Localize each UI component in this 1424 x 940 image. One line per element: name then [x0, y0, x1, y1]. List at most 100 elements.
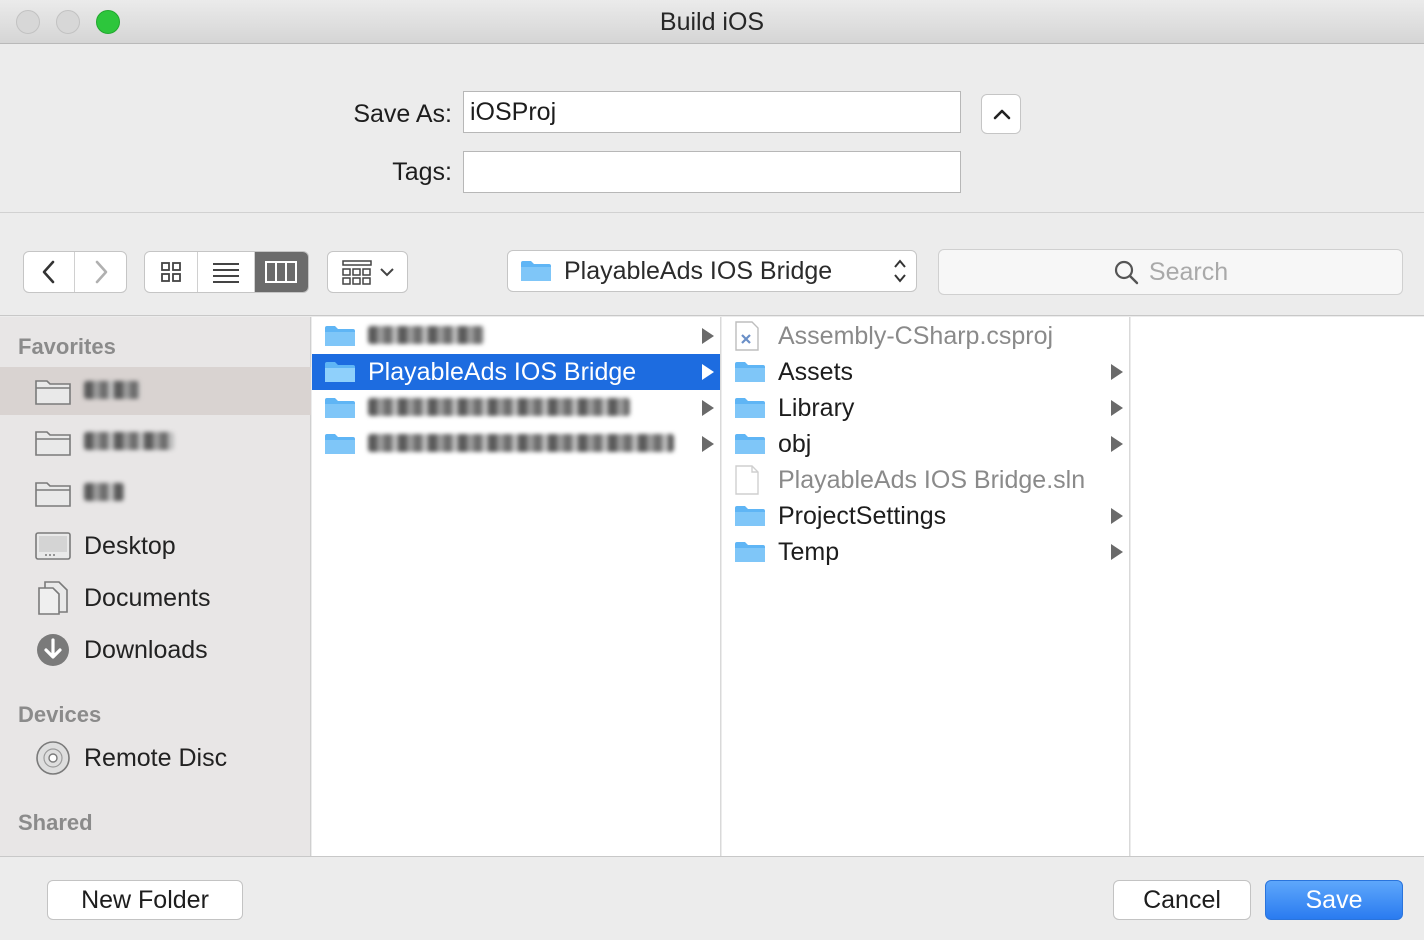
folder-icon	[324, 323, 356, 349]
sidebar-item-remote-disc[interactable]: Remote Disc	[0, 734, 311, 782]
favorites-header: Favorites	[18, 334, 116, 359]
sidebar-item-downloads[interactable]: Downloads	[0, 626, 311, 674]
sidebar-item-folder-3[interactable]	[0, 469, 311, 517]
tags-field[interactable]	[463, 151, 961, 193]
disclosure-arrow-icon	[702, 364, 714, 380]
dialog-footer: New Folder Cancel Save	[0, 856, 1424, 940]
forward-button[interactable]	[75, 252, 126, 292]
downloads-icon	[34, 633, 72, 667]
chevron-right-icon	[95, 260, 107, 284]
list-item-label	[368, 430, 674, 459]
icon-grid-icon	[161, 262, 182, 282]
list-item[interactable]	[312, 318, 720, 354]
list-item[interactable]: obj	[722, 426, 1129, 462]
folder-icon	[734, 503, 766, 529]
list-item-label: Library	[778, 393, 855, 422]
list-item[interactable]: ProjectSettings	[722, 498, 1129, 534]
disclosure-arrow-icon	[1111, 436, 1123, 452]
list-item[interactable]	[312, 426, 720, 462]
shared-header: Shared	[18, 810, 93, 835]
desktop-icon	[34, 529, 72, 563]
folder-icon	[324, 431, 356, 457]
folder-icon	[34, 425, 72, 459]
path-popup-label: PlayableAds IOS Bridge	[564, 256, 833, 285]
disclosure-arrow-icon	[1111, 400, 1123, 416]
list-item[interactable]: PlayableAds IOS Bridge.sln	[722, 462, 1129, 498]
documents-icon	[34, 581, 72, 615]
sidebar-item-label: Documents	[84, 583, 211, 612]
list-item-label	[368, 322, 484, 351]
gallery-grid-icon	[341, 260, 372, 285]
group-by-button[interactable]	[328, 252, 407, 292]
list-item-label: ProjectSettings	[778, 501, 947, 530]
disclosure-arrow-icon	[702, 328, 714, 344]
sidebar-item-label	[84, 428, 174, 457]
tags-label: Tags:	[392, 158, 452, 186]
back-button[interactable]	[24, 252, 76, 292]
list-item-label: Temp	[778, 537, 840, 566]
folder-icon	[734, 359, 766, 385]
document-file-icon	[734, 465, 766, 495]
folder-icon	[734, 539, 766, 565]
disclosure-arrow-icon	[1111, 544, 1123, 560]
disclosure-arrow-icon	[1111, 364, 1123, 380]
new-folder-button[interactable]: New Folder	[47, 880, 243, 920]
list-item-label	[368, 394, 630, 423]
folder-icon	[324, 359, 356, 385]
list-item[interactable]	[312, 390, 720, 426]
list-item[interactable]: Library	[722, 390, 1129, 426]
browser-column-3[interactable]	[1131, 317, 1424, 856]
list-item-label: Assets	[778, 357, 854, 386]
columns-icon	[265, 261, 298, 283]
browser-column-1: PlayableAds IOS Bridge	[312, 317, 721, 856]
sidebar-item-label	[84, 479, 124, 508]
list-item[interactable]: Assembly-CSharp.csproj	[722, 318, 1129, 354]
folder-icon	[34, 476, 72, 510]
sidebar: Favorites Desktop Documents Downloads De…	[0, 317, 311, 856]
folder-icon	[734, 395, 766, 421]
list-item-label: PlayableAds IOS Bridge.sln	[778, 465, 1086, 494]
disc-icon	[34, 741, 72, 775]
disclosure-arrow-icon	[1111, 508, 1123, 524]
search-icon	[1114, 260, 1139, 285]
sidebar-item-folder-2[interactable]	[0, 418, 311, 466]
folder-icon	[34, 374, 72, 408]
folder-icon	[324, 395, 356, 421]
list-item-label: Assembly-CSharp.csproj	[778, 321, 1054, 350]
disclosure-arrow-icon	[702, 436, 714, 452]
cancel-button[interactable]: Cancel	[1113, 880, 1251, 920]
save-as-field[interactable]	[463, 91, 961, 133]
save-as-label: Save As:	[353, 100, 452, 128]
search-placeholder: Search	[1148, 257, 1229, 286]
sidebar-item-documents[interactable]: Documents	[0, 574, 311, 622]
sidebar-item-desktop[interactable]: Desktop	[0, 522, 311, 570]
list-item-label: obj	[778, 429, 812, 458]
list-item[interactable]: Assets	[722, 354, 1129, 390]
list-view-button[interactable]	[198, 252, 255, 292]
column-view-button[interactable]	[254, 252, 308, 292]
search-field[interactable]: Search	[938, 249, 1403, 295]
arrange-button	[327, 251, 408, 293]
folder-icon	[521, 261, 551, 281]
devices-header: Devices	[18, 702, 102, 727]
chevron-up-icon	[993, 109, 1011, 120]
view-mode-control	[144, 251, 309, 293]
save-form: Save As: Tags:	[0, 45, 1424, 213]
save-button[interactable]: Save	[1265, 880, 1403, 920]
stepper-arrows-icon	[894, 259, 906, 283]
csproj-file-icon	[734, 321, 766, 351]
list-item[interactable]: PlayableAds IOS Bridge	[312, 354, 720, 390]
chevron-left-icon	[42, 260, 55, 284]
sidebar-item-label: Downloads	[84, 635, 208, 664]
expand-dialog-button[interactable]	[981, 94, 1021, 134]
navigation-buttons	[23, 251, 127, 293]
title-bar: Build iOS	[0, 0, 1424, 44]
browser-toolbar: PlayableAds IOS Bridge Search	[0, 214, 1424, 316]
list-item[interactable]: Temp	[722, 534, 1129, 570]
chevron-down-icon	[379, 268, 394, 277]
icon-view-button[interactable]	[145, 252, 199, 292]
sidebar-item-home-folder[interactable]	[0, 367, 311, 415]
sidebar-item-label: Remote Disc	[84, 743, 228, 772]
browser-column-2: Assembly-CSharp.csproj Assets Library ob…	[722, 317, 1130, 856]
path-popup[interactable]: PlayableAds IOS Bridge	[507, 250, 917, 292]
